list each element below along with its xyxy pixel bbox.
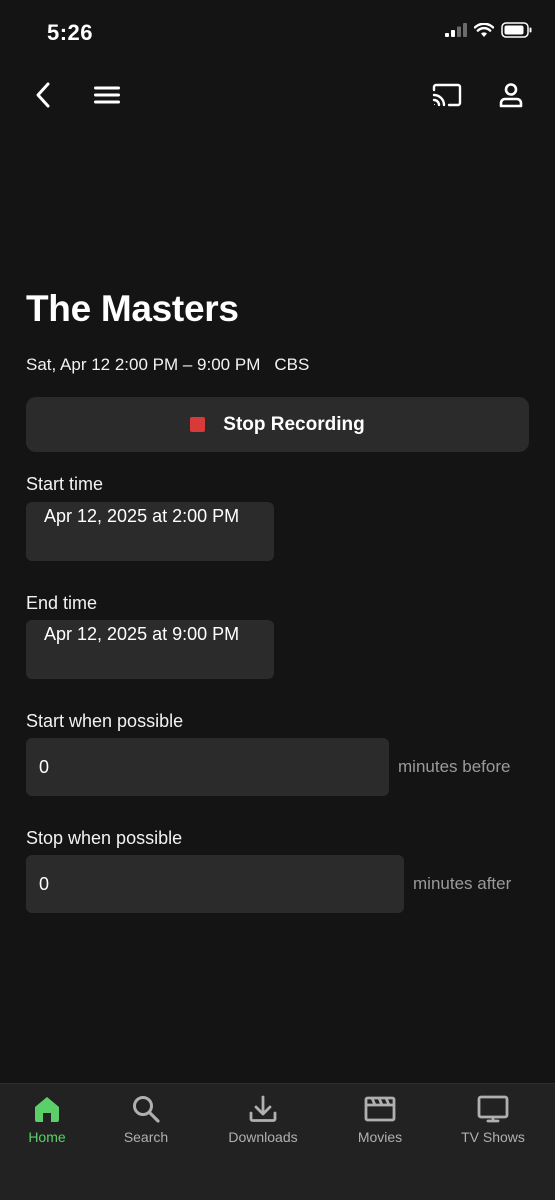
stop-padding-input[interactable]: [26, 855, 404, 913]
stop-padding-unit: minutes after: [413, 874, 512, 893]
top-nav-bar: [0, 70, 555, 120]
stop-padding-label: Stop when possible: [26, 828, 183, 848]
cellular-signal-icon: [445, 23, 467, 37]
end-time-label: End time: [26, 593, 98, 613]
cast-button[interactable]: [425, 70, 469, 120]
search-icon: [133, 1096, 160, 1123]
start-padding-unit: minutes before: [398, 757, 511, 776]
start-time-label: Start time: [26, 474, 104, 494]
tab-tv-shows[interactable]: TV Shows: [443, 1094, 543, 1145]
stop-recording-button[interactable]: Stop Recording: [26, 397, 529, 452]
start-padding-input[interactable]: [26, 738, 389, 796]
battery-icon: [501, 22, 532, 38]
tab-tv-shows-label: TV Shows: [461, 1129, 525, 1145]
person-icon: [499, 83, 523, 108]
record-stop-icon: [190, 417, 206, 432]
end-time-picker[interactable]: Apr 12, 2025 at 9:00 PM: [26, 620, 274, 679]
tab-downloads[interactable]: Downloads: [213, 1094, 313, 1145]
channel-name: CBS: [274, 355, 310, 374]
clapperboard-icon: [364, 1096, 396, 1122]
stop-recording-label: Stop Recording: [223, 413, 365, 435]
hamburger-icon: [94, 86, 120, 104]
chevron-left-icon: [36, 82, 50, 108]
tab-movies[interactable]: Movies: [330, 1094, 430, 1145]
tab-home[interactable]: Home: [0, 1094, 97, 1145]
cast-icon: [432, 83, 462, 107]
tab-movies-label: Movies: [357, 1129, 403, 1145]
home-icon: [35, 1097, 59, 1122]
menu-button[interactable]: [85, 70, 129, 120]
wifi-icon: [474, 22, 494, 37]
download-icon: [249, 1095, 277, 1122]
start-time-picker[interactable]: Apr 12, 2025 at 2:00 PM: [26, 502, 274, 561]
tab-search-label: Search: [123, 1129, 169, 1145]
tab-search[interactable]: Search: [96, 1094, 196, 1145]
status-icons: [445, 22, 533, 38]
page-title: The Masters: [26, 288, 239, 329]
start-padding-label: Start when possible: [26, 711, 184, 731]
back-button[interactable]: [21, 70, 65, 120]
status-bar: 5:26: [0, 0, 555, 66]
show-schedule: Sat, Apr 12 2:00 PM – 9:00 PM CBS: [26, 355, 309, 375]
status-time: 5:26: [47, 20, 94, 45]
tv-icon: [477, 1095, 509, 1123]
bottom-tab-bar: Home Search Downloads Movies TV Shows: [0, 1083, 555, 1200]
airing-time: Sat, Apr 12 2:00 PM – 9:00 PM: [26, 355, 261, 374]
tab-home-label: Home: [28, 1129, 66, 1145]
profile-button[interactable]: [489, 70, 533, 120]
tab-downloads-label: Downloads: [228, 1129, 298, 1145]
